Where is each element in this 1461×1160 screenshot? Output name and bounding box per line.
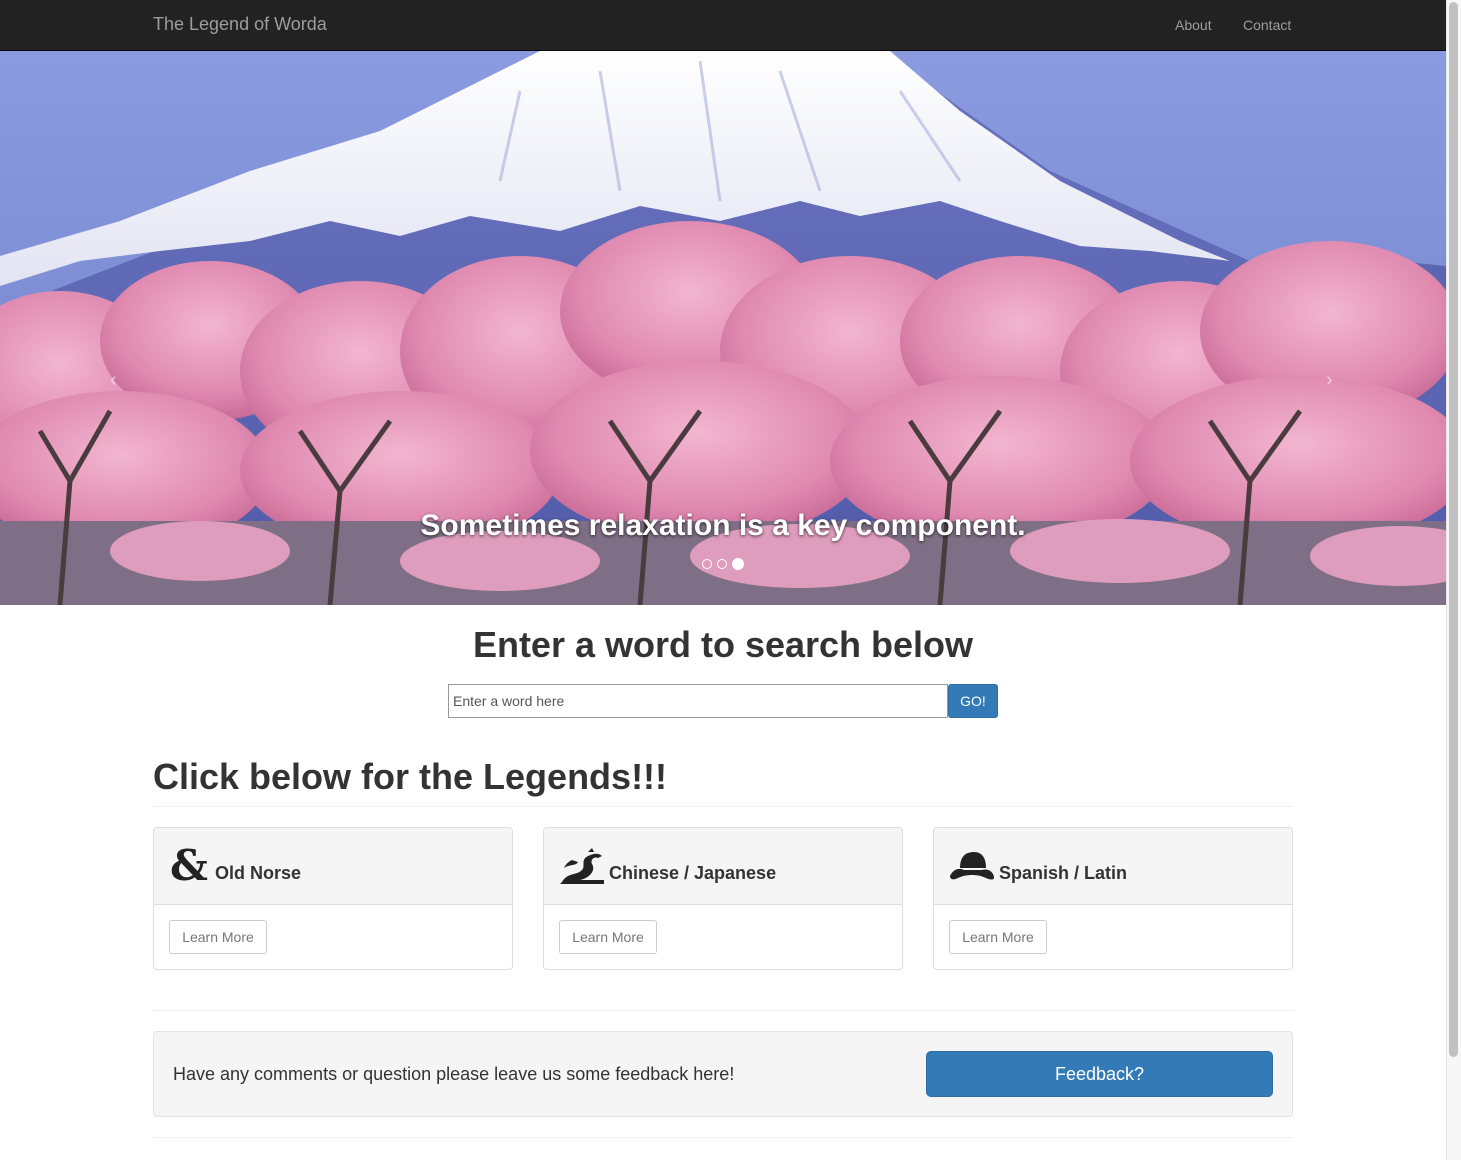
panel-title: Old Norse	[215, 863, 302, 883]
carousel-caption: Sometimes relaxation is a key component.	[420, 509, 1026, 542]
section-divider	[153, 1010, 1293, 1011]
brand-link[interactable]: The Legend of Worda	[153, 14, 327, 35]
hero-carousel: ‹ › Sometimes relaxation is a key compon…	[0, 51, 1446, 605]
legends-divider	[153, 806, 1293, 807]
learn-more-button[interactable]: Learn More	[949, 920, 1047, 954]
nav-contact-link[interactable]: Contact	[1243, 17, 1291, 33]
dragon-icon	[560, 848, 604, 884]
sombrero-icon	[950, 852, 994, 880]
panel-title: Spanish / Latin	[999, 863, 1128, 883]
navbar: The Legend of Worda About Contact	[0, 0, 1446, 51]
svg-text:&: &	[170, 846, 208, 886]
learn-more-button[interactable]: Learn More	[559, 920, 657, 954]
carousel-prev-icon[interactable]: ‹	[110, 369, 117, 392]
feedback-well: Have any comments or question please lea…	[153, 1031, 1293, 1117]
feedback-text: Have any comments or question please lea…	[173, 1064, 735, 1084]
legend-panel-spanish-latin: Spanish / Latin Learn More	[933, 827, 1293, 970]
panel-heading: & Old Norse	[154, 828, 512, 905]
scrollbar-thumb[interactable]	[1449, 2, 1458, 1057]
carousel-indicator-3[interactable]	[732, 558, 744, 570]
legends-heading: Click below for the Legends!!!	[153, 756, 668, 797]
go-button[interactable]: GO!	[948, 684, 998, 718]
ampersand-icon: &	[170, 846, 208, 886]
carousel-indicator-1[interactable]	[702, 559, 712, 569]
search-title: Enter a word to search below	[472, 624, 974, 665]
search-input[interactable]	[448, 684, 948, 718]
feedback-button[interactable]: Feedback?	[926, 1051, 1273, 1097]
legend-panel-chinese-japanese: Chinese / Japanese Learn More	[543, 827, 903, 970]
carousel-indicators	[702, 558, 744, 570]
panel-heading: Spanish / Latin	[934, 828, 1292, 905]
panel-heading: Chinese / Japanese	[544, 828, 902, 905]
learn-more-button[interactable]: Learn More	[169, 920, 267, 954]
legend-panel-old-norse: & Old Norse Learn More	[153, 827, 513, 970]
nav-about-link[interactable]: About	[1175, 17, 1212, 33]
carousel-indicator-2[interactable]	[717, 559, 727, 569]
footer-divider	[153, 1137, 1293, 1138]
panel-title: Chinese / Japanese	[609, 863, 777, 883]
carousel-next-icon[interactable]: ›	[1326, 369, 1333, 392]
